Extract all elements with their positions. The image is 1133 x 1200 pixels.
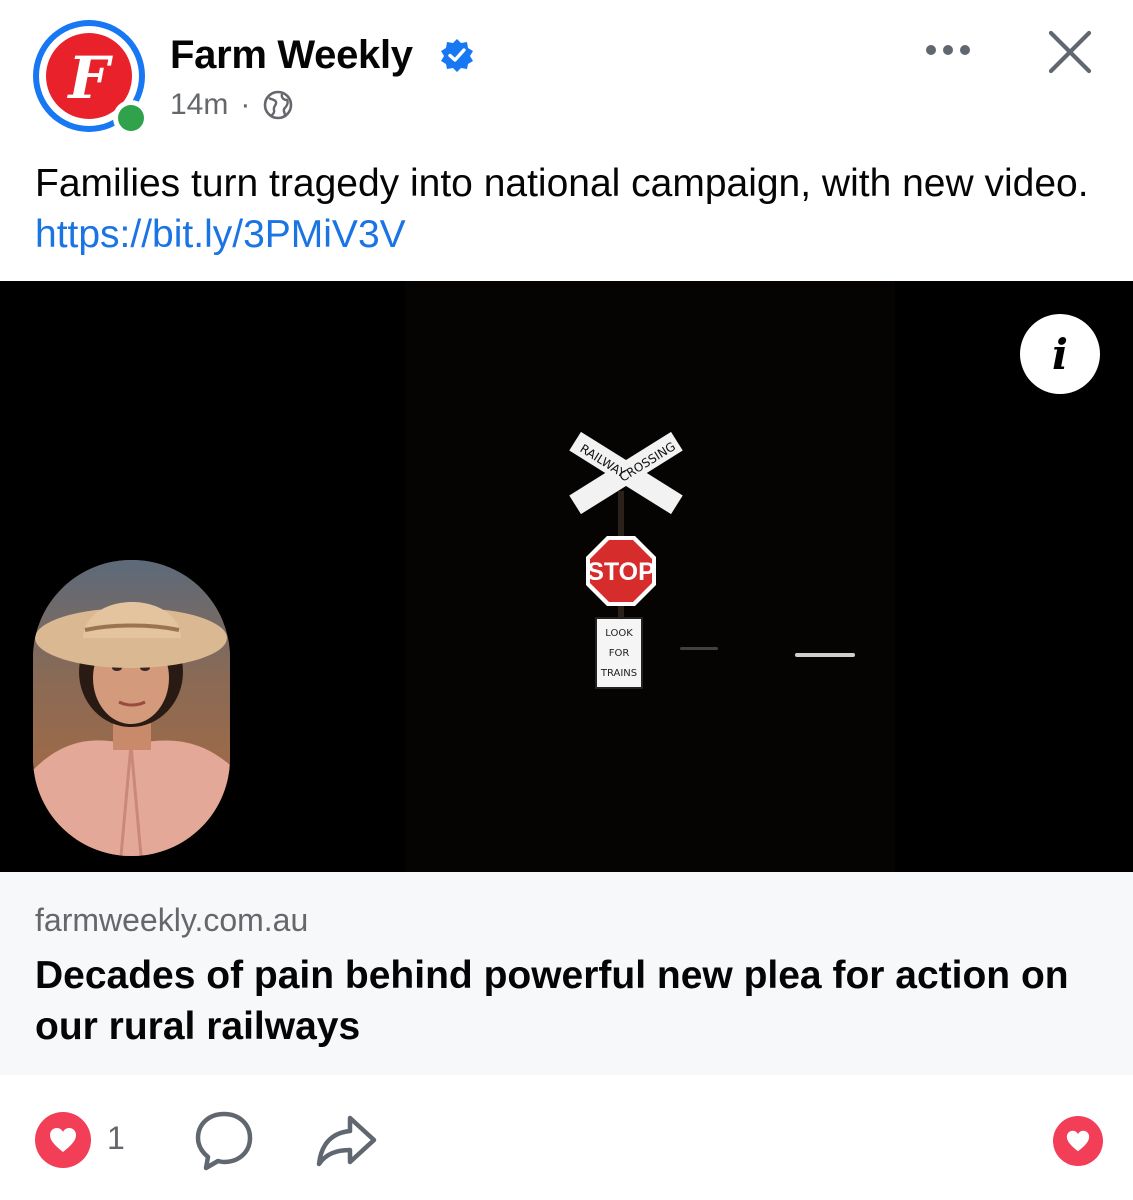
info-icon: i: [1052, 329, 1068, 379]
look-sign-line-1: LOOK: [605, 628, 633, 639]
railway-crossing-sign: CROSSING RAILWAY: [569, 431, 683, 515]
link-domain: farmweekly.com.au: [35, 902, 309, 938]
share-icon[interactable]: [314, 1108, 378, 1172]
caption-link[interactable]: https://bit.ly/3PMiV3V: [35, 213, 406, 256]
post-caption: Families turn tragedy into national camp…: [35, 158, 1105, 260]
look-for-trains-sign: LOOK FOR TRAINS: [595, 617, 643, 689]
post-meta: 14m ·: [170, 88, 294, 122]
caption-text: Families turn tragedy into national camp…: [35, 162, 1089, 205]
look-sign-line-2: FOR: [609, 648, 630, 659]
more-options-button[interactable]: [918, 30, 978, 70]
post-timestamp[interactable]: 14m: [170, 88, 228, 122]
page-avatar[interactable]: F: [33, 20, 149, 136]
stop-sign: STOP: [586, 536, 656, 606]
more-dots-icon: [926, 45, 970, 55]
post-header: F Farm Weekly 14m ·: [0, 0, 1133, 150]
close-icon: [1048, 30, 1092, 74]
love-reaction-badge[interactable]: [35, 1112, 91, 1168]
look-sign-line-3: TRAINS: [600, 668, 637, 679]
comment-icon[interactable]: [192, 1108, 256, 1172]
globe-icon: [264, 90, 293, 120]
post-actions-bar: [0, 1075, 1133, 1200]
page-name[interactable]: Farm Weekly: [170, 33, 413, 78]
love-react-button[interactable]: [1053, 1116, 1103, 1166]
heart-icon: [50, 1128, 76, 1152]
presenter-portrait: [33, 560, 230, 856]
verified-badge-icon: [441, 39, 473, 72]
close-button[interactable]: [1040, 22, 1100, 82]
info-button[interactable]: i: [1020, 314, 1100, 394]
logo-letter: F: [66, 44, 113, 112]
heart-icon: [1066, 1130, 1090, 1152]
reaction-count[interactable]: 1: [107, 1120, 125, 1157]
online-status-dot: [113, 100, 149, 136]
stop-sign-text: STOP: [587, 558, 655, 586]
meta-separator: ·: [240, 88, 251, 121]
woman-in-hat-image: [33, 560, 230, 856]
link-headline[interactable]: Decades of pain behind powerful new plea…: [35, 950, 1105, 1052]
